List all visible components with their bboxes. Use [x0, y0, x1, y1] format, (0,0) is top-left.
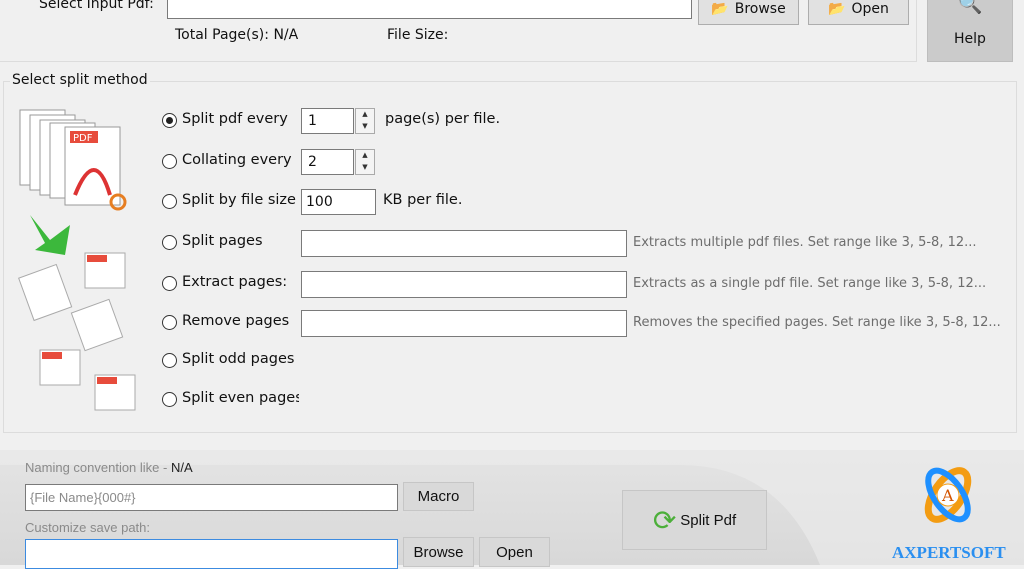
naming-label: Naming convention like - N/A: [25, 460, 193, 475]
brand-name: AXPERTSOFT: [892, 543, 1006, 562]
split-option-radio-3[interactable]: [162, 235, 177, 250]
spin-buttons-0[interactable]: ▲ ▼: [355, 108, 375, 134]
file-size: File Size:: [387, 27, 449, 43]
save-path-label: Customize save path:: [25, 520, 151, 535]
browse-save-button[interactable]: Browse: [403, 537, 474, 567]
split-option-label-0: Split pdf every: [182, 111, 288, 127]
split-option-radio-2[interactable]: [162, 194, 177, 209]
open-input-button[interactable]: 📂 Open: [808, 0, 909, 25]
split-illustration-icon: PDF: [18, 109, 136, 411]
split-option-spin-1[interactable]: 2: [301, 149, 354, 175]
page-range-input-4[interactable]: [301, 271, 627, 298]
svg-text:PDF: PDF: [73, 133, 93, 144]
split-option-label-6: Split odd pages: [182, 351, 295, 367]
axpertsoft-logo-icon: A: [924, 467, 972, 523]
file-size-input[interactable]: 100: [301, 189, 376, 215]
page-range-input-5[interactable]: [301, 310, 627, 337]
input-pdf-label: Select Input Pdf:: [39, 0, 154, 12]
split-option-label-3: Split pages: [182, 233, 263, 249]
folder-open-icon: 📂: [828, 0, 846, 17]
spin-up-icon: ▲: [362, 110, 368, 118]
naming-input[interactable]: {File Name}{000#}: [25, 484, 398, 511]
open-save-button[interactable]: Open: [479, 537, 550, 567]
range-hint-5: Removes the specified pages. Set range l…: [633, 315, 1001, 330]
split-option-label-1: Collating every: [182, 152, 292, 168]
split-option-suffix-2: KB per file.: [383, 192, 463, 208]
help-button[interactable]: 🔍 Help: [927, 0, 1013, 62]
split-option-radio-1[interactable]: [162, 154, 177, 169]
split-option-suffix-0: page(s) per file.: [385, 111, 501, 127]
macro-button[interactable]: Macro: [403, 482, 474, 511]
split-option-label-7: Split even pages: [182, 390, 299, 406]
split-method-group: [3, 81, 1017, 433]
split-option-label-4: Extract pages:: [182, 274, 288, 290]
split-option-label-2: Split by file size: [182, 192, 296, 208]
input-pdf-field[interactable]: [167, 0, 692, 19]
page-range-input-3[interactable]: [301, 230, 627, 257]
svg-text:A: A: [941, 486, 954, 505]
split-option-radio-4[interactable]: [162, 276, 177, 291]
split-option-radio-5[interactable]: [162, 315, 177, 330]
browse-input-button[interactable]: 📂 Browse: [698, 0, 799, 25]
total-pages: Total Page(s): N/A: [175, 27, 299, 43]
spin-buttons-1[interactable]: ▲ ▼: [355, 149, 375, 175]
split-option-radio-7[interactable]: [162, 392, 177, 407]
split-option-label-5: Remove pages: [182, 313, 290, 329]
split-option-radio-0[interactable]: [162, 113, 177, 128]
spin-down-icon: ▼: [362, 163, 368, 171]
range-hint-4: Extracts as a single pdf file. Set range…: [633, 276, 987, 291]
folder-icon: 📂: [711, 0, 729, 17]
split-option-radio-6[interactable]: [162, 353, 177, 368]
split-method-title: Select split method: [10, 72, 150, 88]
refresh-icon: ⟳: [652, 504, 677, 536]
range-hint-3: Extracts multiple pdf files. Set range l…: [633, 235, 977, 250]
split-pdf-button[interactable]: ⟳ Split Pdf: [622, 490, 767, 550]
split-option-spin-0[interactable]: 1: [301, 108, 354, 134]
magnifier-icon: 🔍: [957, 0, 983, 15]
spin-up-icon: ▲: [362, 151, 368, 159]
spin-down-icon: ▼: [362, 122, 368, 130]
